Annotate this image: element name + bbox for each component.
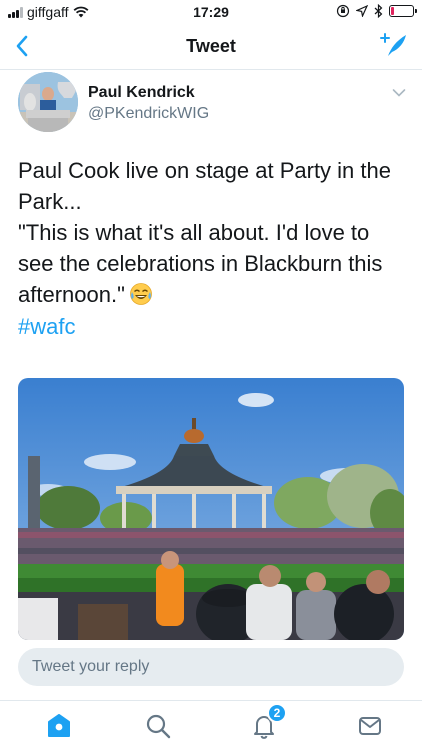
tab-messages[interactable] bbox=[353, 709, 387, 743]
tweet-text-line2: "This is what it's all about. I'd love t… bbox=[18, 217, 408, 310]
tweet-options-chevron-icon[interactable] bbox=[392, 88, 406, 98]
search-icon bbox=[146, 714, 171, 739]
tab-bar: 2 bbox=[0, 700, 422, 750]
author-handle: @PKendrickWIG bbox=[88, 105, 210, 122]
bluetooth-icon bbox=[374, 4, 383, 18]
mail-icon bbox=[359, 717, 381, 735]
status-right bbox=[336, 4, 417, 18]
tab-home[interactable] bbox=[42, 709, 76, 743]
author-avatar[interactable] bbox=[18, 72, 78, 132]
tweet-quote: "This is what it's all about. I'd love t… bbox=[18, 220, 383, 307]
tab-notifications[interactable]: 2 bbox=[247, 703, 287, 743]
compose-tweet-button[interactable] bbox=[378, 30, 410, 62]
reply-box[interactable] bbox=[18, 648, 404, 686]
tweet-body: Paul Cook live on stage at Party in the … bbox=[18, 155, 408, 342]
battery-level bbox=[391, 7, 394, 15]
hashtag-link[interactable]: #wafc bbox=[18, 311, 408, 342]
author-info[interactable]: Paul Kendrick @PKendrickWIG bbox=[88, 84, 209, 123]
status-bar: giffgaff 17:29 bbox=[0, 0, 422, 24]
notification-badge: 2 bbox=[267, 703, 287, 723]
tweet-photo[interactable] bbox=[18, 378, 404, 640]
tweet-text-line1: Paul Cook live on stage at Party in the … bbox=[18, 158, 391, 214]
home-icon bbox=[48, 714, 70, 737]
bandstand-crowd-photo bbox=[18, 378, 404, 640]
orientation-lock-icon bbox=[336, 4, 350, 18]
tears-of-joy-emoji-icon bbox=[129, 283, 152, 305]
reply-input[interactable] bbox=[18, 648, 404, 686]
avatar-image bbox=[18, 72, 78, 132]
nav-bar: Tweet bbox=[0, 24, 422, 70]
location-arrow-icon bbox=[356, 5, 368, 17]
tab-search[interactable] bbox=[141, 709, 175, 743]
compose-icon bbox=[380, 33, 406, 56]
battery-icon bbox=[389, 5, 417, 17]
page-title: Tweet bbox=[186, 36, 236, 56]
author-name: Paul Kendrick bbox=[88, 84, 195, 101]
